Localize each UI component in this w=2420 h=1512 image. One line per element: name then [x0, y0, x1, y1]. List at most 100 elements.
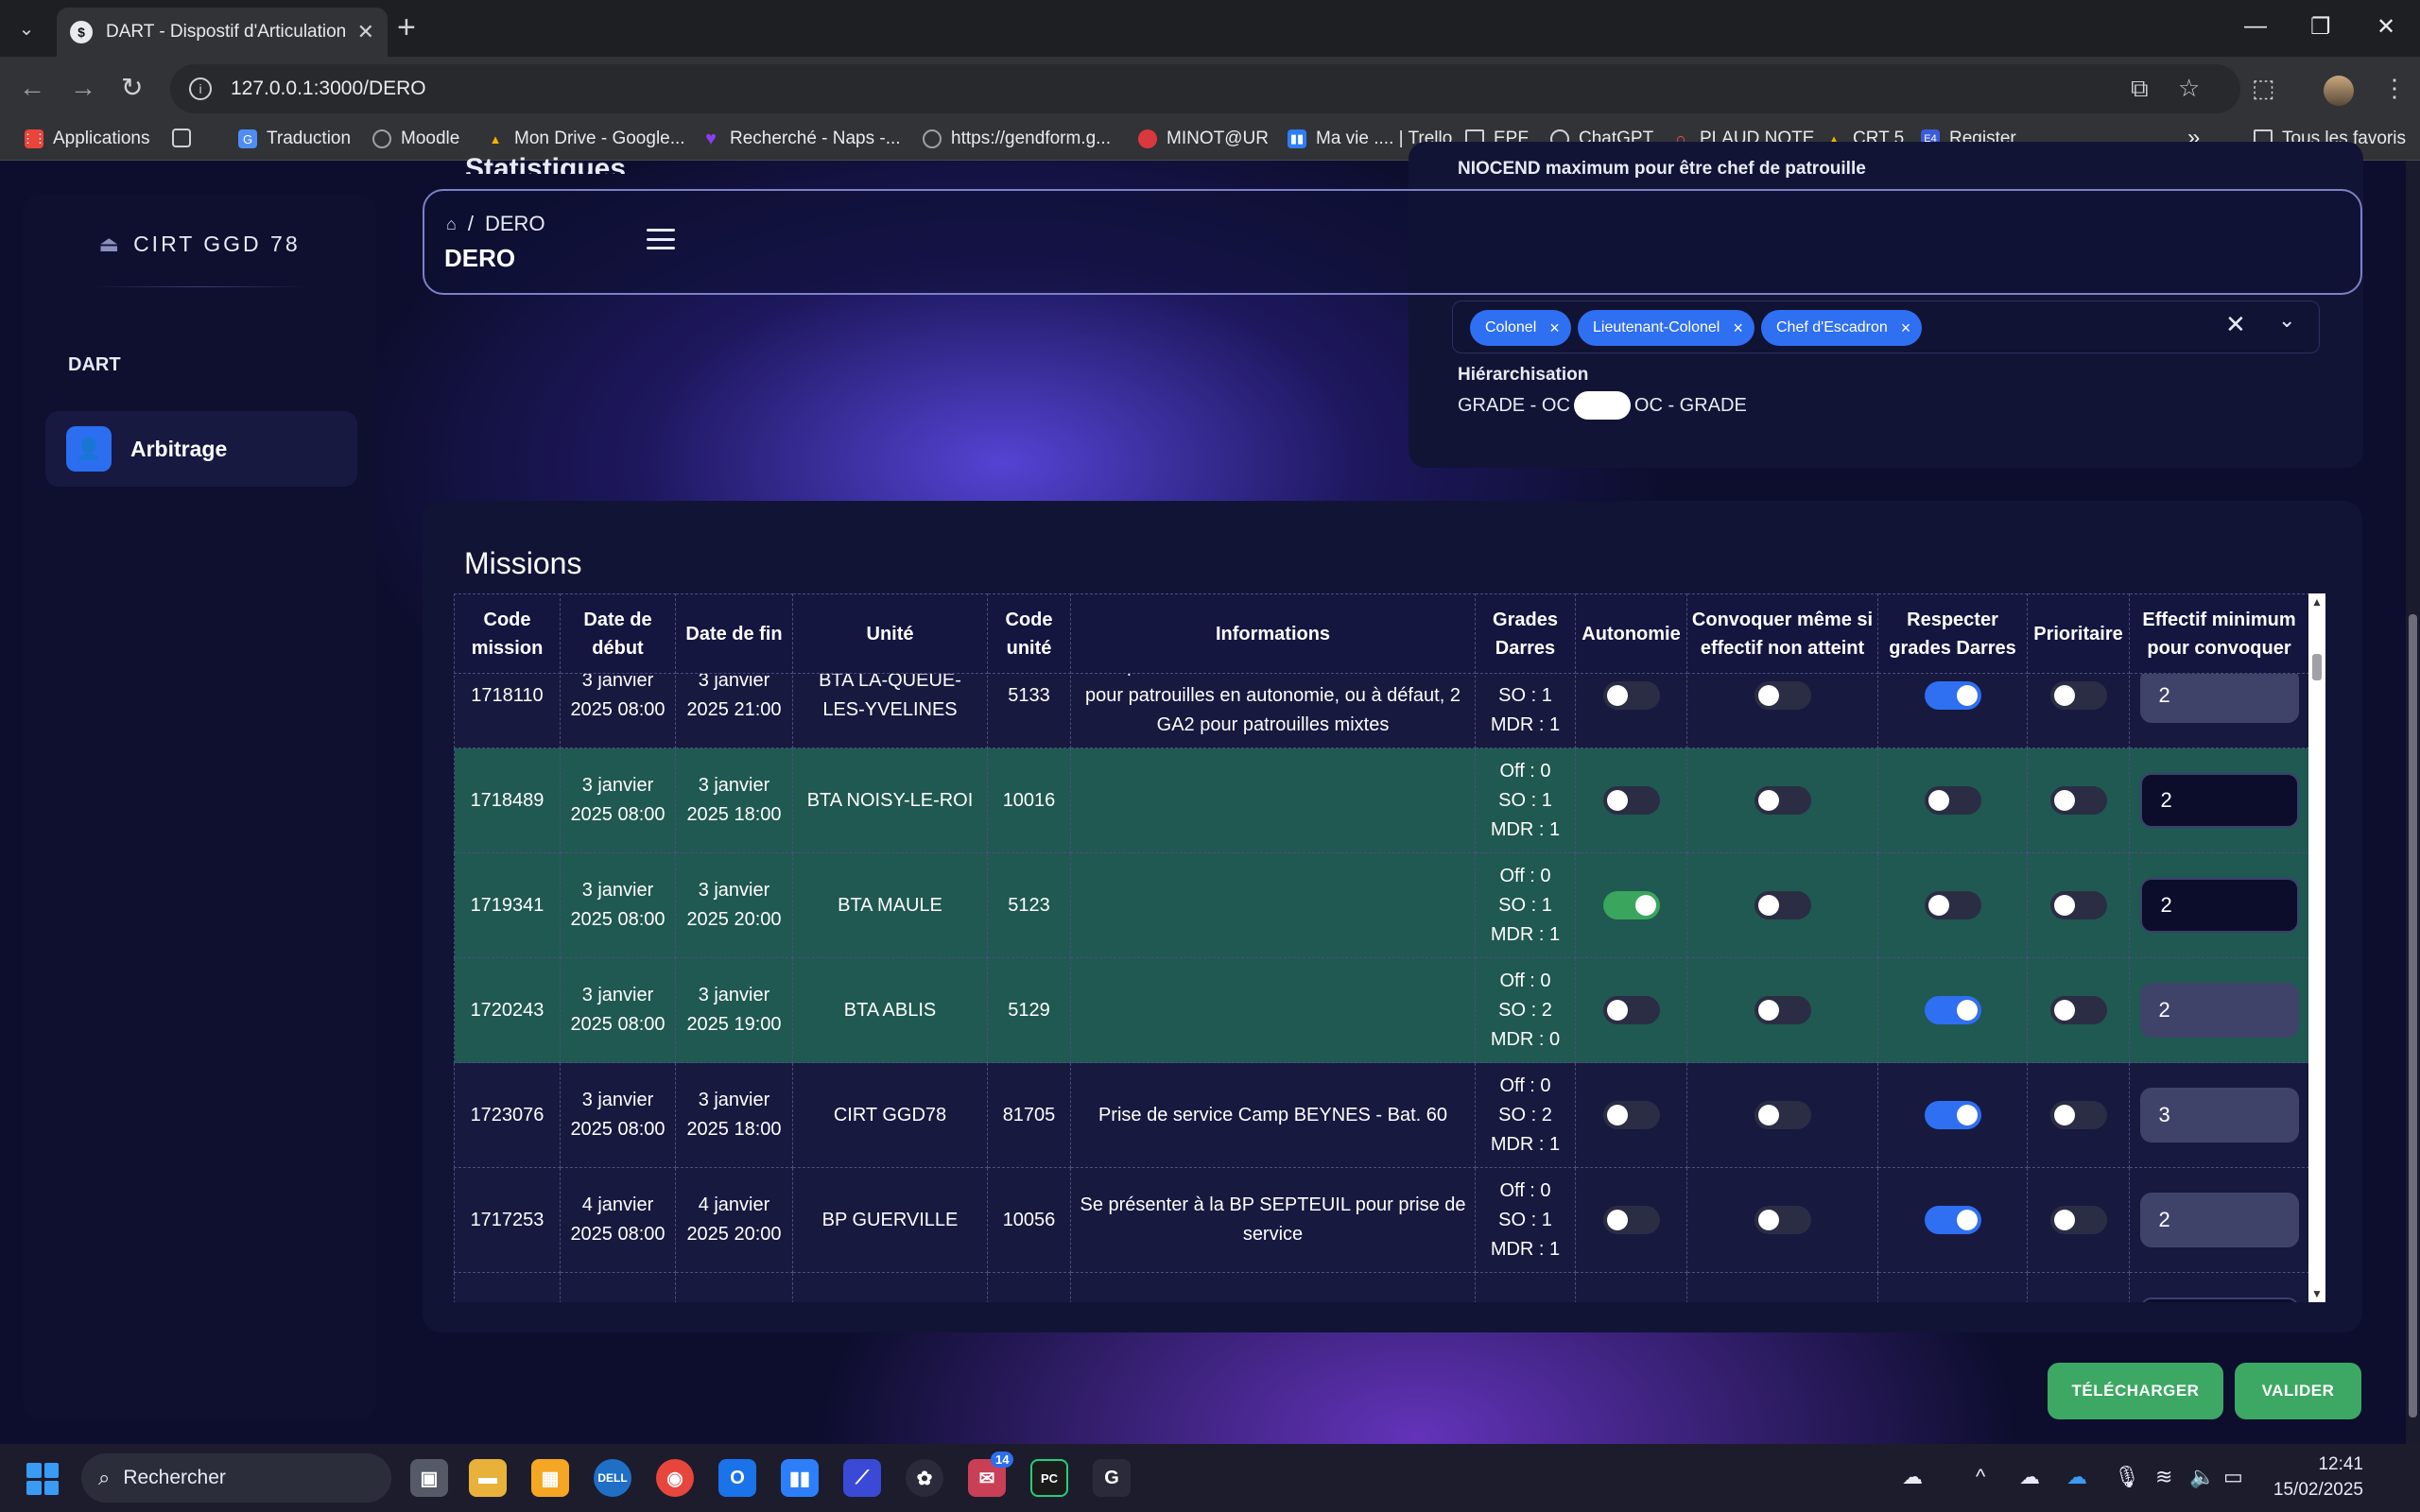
outlook-icon[interactable]: O: [718, 1459, 756, 1497]
app-g-icon[interactable]: G: [1093, 1459, 1131, 1497]
convoquer-toggle[interactable]: [1754, 681, 1811, 711]
store-icon[interactable]: ▦: [531, 1459, 569, 1497]
bookmark-moodle[interactable]: Moodle: [372, 129, 459, 149]
autonomie-toggle[interactable]: [1602, 1101, 1660, 1130]
app-diagonal-icon[interactable]: ⟋: [843, 1459, 881, 1497]
table-scrollbar[interactable]: ▲ ▼: [2308, 593, 2325, 1302]
chip-remove-icon[interactable]: ×: [1549, 318, 1560, 338]
bookmark-naps[interactable]: ♥ Recherché - Naps -...: [701, 129, 901, 149]
effectif-minimum-input[interactable]: [2139, 983, 2299, 1038]
col-code-mission[interactable]: Code mission: [454, 593, 561, 674]
scroll-up-arrow-icon[interactable]: ▲: [2311, 595, 2323, 609]
col-respecter-grades[interactable]: Respecter grades Darres: [1877, 593, 2028, 674]
forward-arrow-icon[interactable]: →: [70, 74, 96, 102]
chatgpt-taskbar-icon[interactable]: ✿: [906, 1459, 943, 1497]
pycharm-icon[interactable]: PC: [1030, 1459, 1068, 1497]
convoquer-toggle[interactable]: [1754, 996, 1811, 1025]
col-informations[interactable]: Informations: [1070, 593, 1476, 674]
respecter-grades-toggle[interactable]: [1924, 1101, 1981, 1130]
col-date-debut[interactable]: Date de début: [560, 593, 676, 674]
weather-icon[interactable]: ☁: [1902, 1465, 1923, 1489]
autonomie-toggle[interactable]: [1602, 891, 1660, 920]
autonomie-toggle[interactable]: [1602, 786, 1660, 816]
battery-icon[interactable]: ▭: [2223, 1465, 2243, 1489]
col-convoquer[interactable]: Convoquer même si effectif non atteint: [1686, 593, 1878, 674]
clear-selection-icon[interactable]: ✕: [2225, 310, 2246, 339]
table-scrollbar-thumb[interactable]: [2312, 654, 2322, 680]
new-tab-plus-icon[interactable]: +: [397, 11, 416, 43]
convoquer-toggle[interactable]: [1754, 1206, 1811, 1235]
col-date-fin[interactable]: Date de fin: [675, 593, 793, 674]
convoquer-toggle[interactable]: [1754, 786, 1811, 816]
trello-taskbar-icon[interactable]: ▮▮: [781, 1459, 819, 1497]
bookmark-traduction[interactable]: G Traduction: [238, 129, 351, 149]
validate-button[interactable]: VALIDER: [2235, 1363, 2361, 1419]
profile-avatar[interactable]: [2324, 76, 2354, 106]
microphone-icon[interactable]: 🎙: [2114, 1465, 2140, 1489]
effectif-minimum-input[interactable]: [2139, 1088, 2299, 1143]
col-effectif-minimum[interactable]: Effectif minimum pour convoquer: [2129, 593, 2308, 674]
address-bar[interactable]: i 127.0.0.1:3000/DERO: [170, 64, 2240, 113]
respecter-grades-toggle[interactable]: [1924, 786, 1981, 816]
reload-icon[interactable]: ↻: [121, 74, 143, 102]
home-icon[interactable]: ⌂: [446, 215, 457, 234]
show-hidden-icons-chevron[interactable]: ^: [1976, 1465, 1985, 1489]
autonomie-toggle[interactable]: [1602, 1206, 1660, 1235]
col-prioritaire[interactable]: Prioritaire: [2027, 593, 2130, 674]
prioritaire-toggle[interactable]: [2049, 996, 2107, 1025]
bookmark-applications[interactable]: ⋮⋮ Applications: [22, 129, 149, 149]
chrome-icon[interactable]: ◉: [656, 1459, 694, 1497]
convoquer-toggle[interactable]: [1754, 1101, 1811, 1130]
minimize-icon[interactable]: —: [2244, 13, 2267, 40]
dropdown-chevron-icon[interactable]: ⌄: [2278, 308, 2295, 333]
autonomie-toggle[interactable]: [1602, 681, 1660, 711]
onedrive-business-icon[interactable]: ☁: [2066, 1465, 2087, 1489]
tab-search-chevron-icon[interactable]: ⌄: [11, 13, 42, 43]
prioritaire-toggle[interactable]: [2049, 681, 2107, 711]
page-scrollbar-thumb[interactable]: [2409, 614, 2417, 1418]
chip-remove-icon[interactable]: ×: [1733, 318, 1743, 338]
grade-multiselect[interactable]: Colonel × Lieutenant-Colonel × Chef d'Esca…: [1452, 301, 2320, 353]
window-close-icon[interactable]: ✕: [2377, 13, 2395, 41]
prioritaire-toggle[interactable]: [2049, 1206, 2107, 1235]
sidebar-item-arbitrage[interactable]: 👤 Arbitrage: [45, 411, 357, 487]
download-button[interactable]: TÉLÉCHARGER: [2048, 1363, 2223, 1419]
col-grades-darres[interactable]: Grades Darres: [1475, 593, 1576, 674]
taskbar-search[interactable]: ⌕ Rechercher: [81, 1453, 391, 1503]
system-clock[interactable]: 12:41 15/02/2025: [2259, 1452, 2363, 1503]
prioritaire-toggle[interactable]: [2049, 786, 2107, 816]
site-info-icon[interactable]: i: [189, 77, 212, 100]
windows-start-icon[interactable]: [26, 1463, 59, 1495]
convoquer-toggle[interactable]: [1754, 891, 1811, 920]
tab-close-icon[interactable]: ✕: [357, 20, 374, 44]
bookmark-minotaur[interactable]: MINOT@UR: [1138, 129, 1269, 149]
respecter-grades-toggle[interactable]: [1924, 1206, 1981, 1235]
file-explorer-icon[interactable]: ▬: [469, 1459, 507, 1497]
translate-page-icon[interactable]: ⧉: [2131, 74, 2149, 104]
restore-icon[interactable]: ❐: [2310, 13, 2331, 41]
page-scrollbar[interactable]: [2406, 161, 2420, 1444]
effectif-minimum-input[interactable]: [2139, 878, 2299, 933]
mail-app-icon[interactable]: ✉ 14: [968, 1452, 1014, 1497]
extensions-puzzle-icon[interactable]: ⬚: [2252, 74, 2275, 103]
hamburger-menu-icon[interactable]: [647, 229, 675, 249]
dell-icon[interactable]: DELL: [594, 1459, 631, 1497]
bookmark-star-icon[interactable]: ☆: [2178, 74, 2200, 103]
effectif-minimum-input[interactable]: [2139, 1193, 2299, 1247]
respecter-grades-toggle[interactable]: [1924, 891, 1981, 920]
bookmark-gendform[interactable]: https://gendform.g...: [923, 129, 1111, 149]
prioritaire-toggle[interactable]: [2049, 891, 2107, 920]
back-arrow-icon[interactable]: ←: [19, 74, 45, 102]
col-unite[interactable]: Unité: [792, 593, 988, 674]
missions-table-container[interactable]: 1718110 3 janvier 2025 08:00 3 janvier 202…: [454, 593, 2308, 1302]
col-autonomie[interactable]: Autonomie: [1575, 593, 1687, 674]
effectif-minimum-input[interactable]: [2139, 668, 2299, 723]
browser-tab-active[interactable]: $ DART - Dispostif d'Articulation d ✕: [57, 8, 388, 57]
respecter-grades-toggle[interactable]: [1924, 681, 1981, 711]
bookmark-grid[interactable]: [172, 129, 200, 147]
prioritaire-toggle[interactable]: [2049, 1101, 2107, 1130]
browser-menu-icon[interactable]: ⋮: [2382, 74, 2407, 103]
scroll-down-arrow-icon[interactable]: ▼: [2311, 1287, 2323, 1300]
effectif-minimum-input[interactable]: [2139, 1297, 2299, 1302]
autonomie-toggle[interactable]: [1602, 996, 1660, 1025]
